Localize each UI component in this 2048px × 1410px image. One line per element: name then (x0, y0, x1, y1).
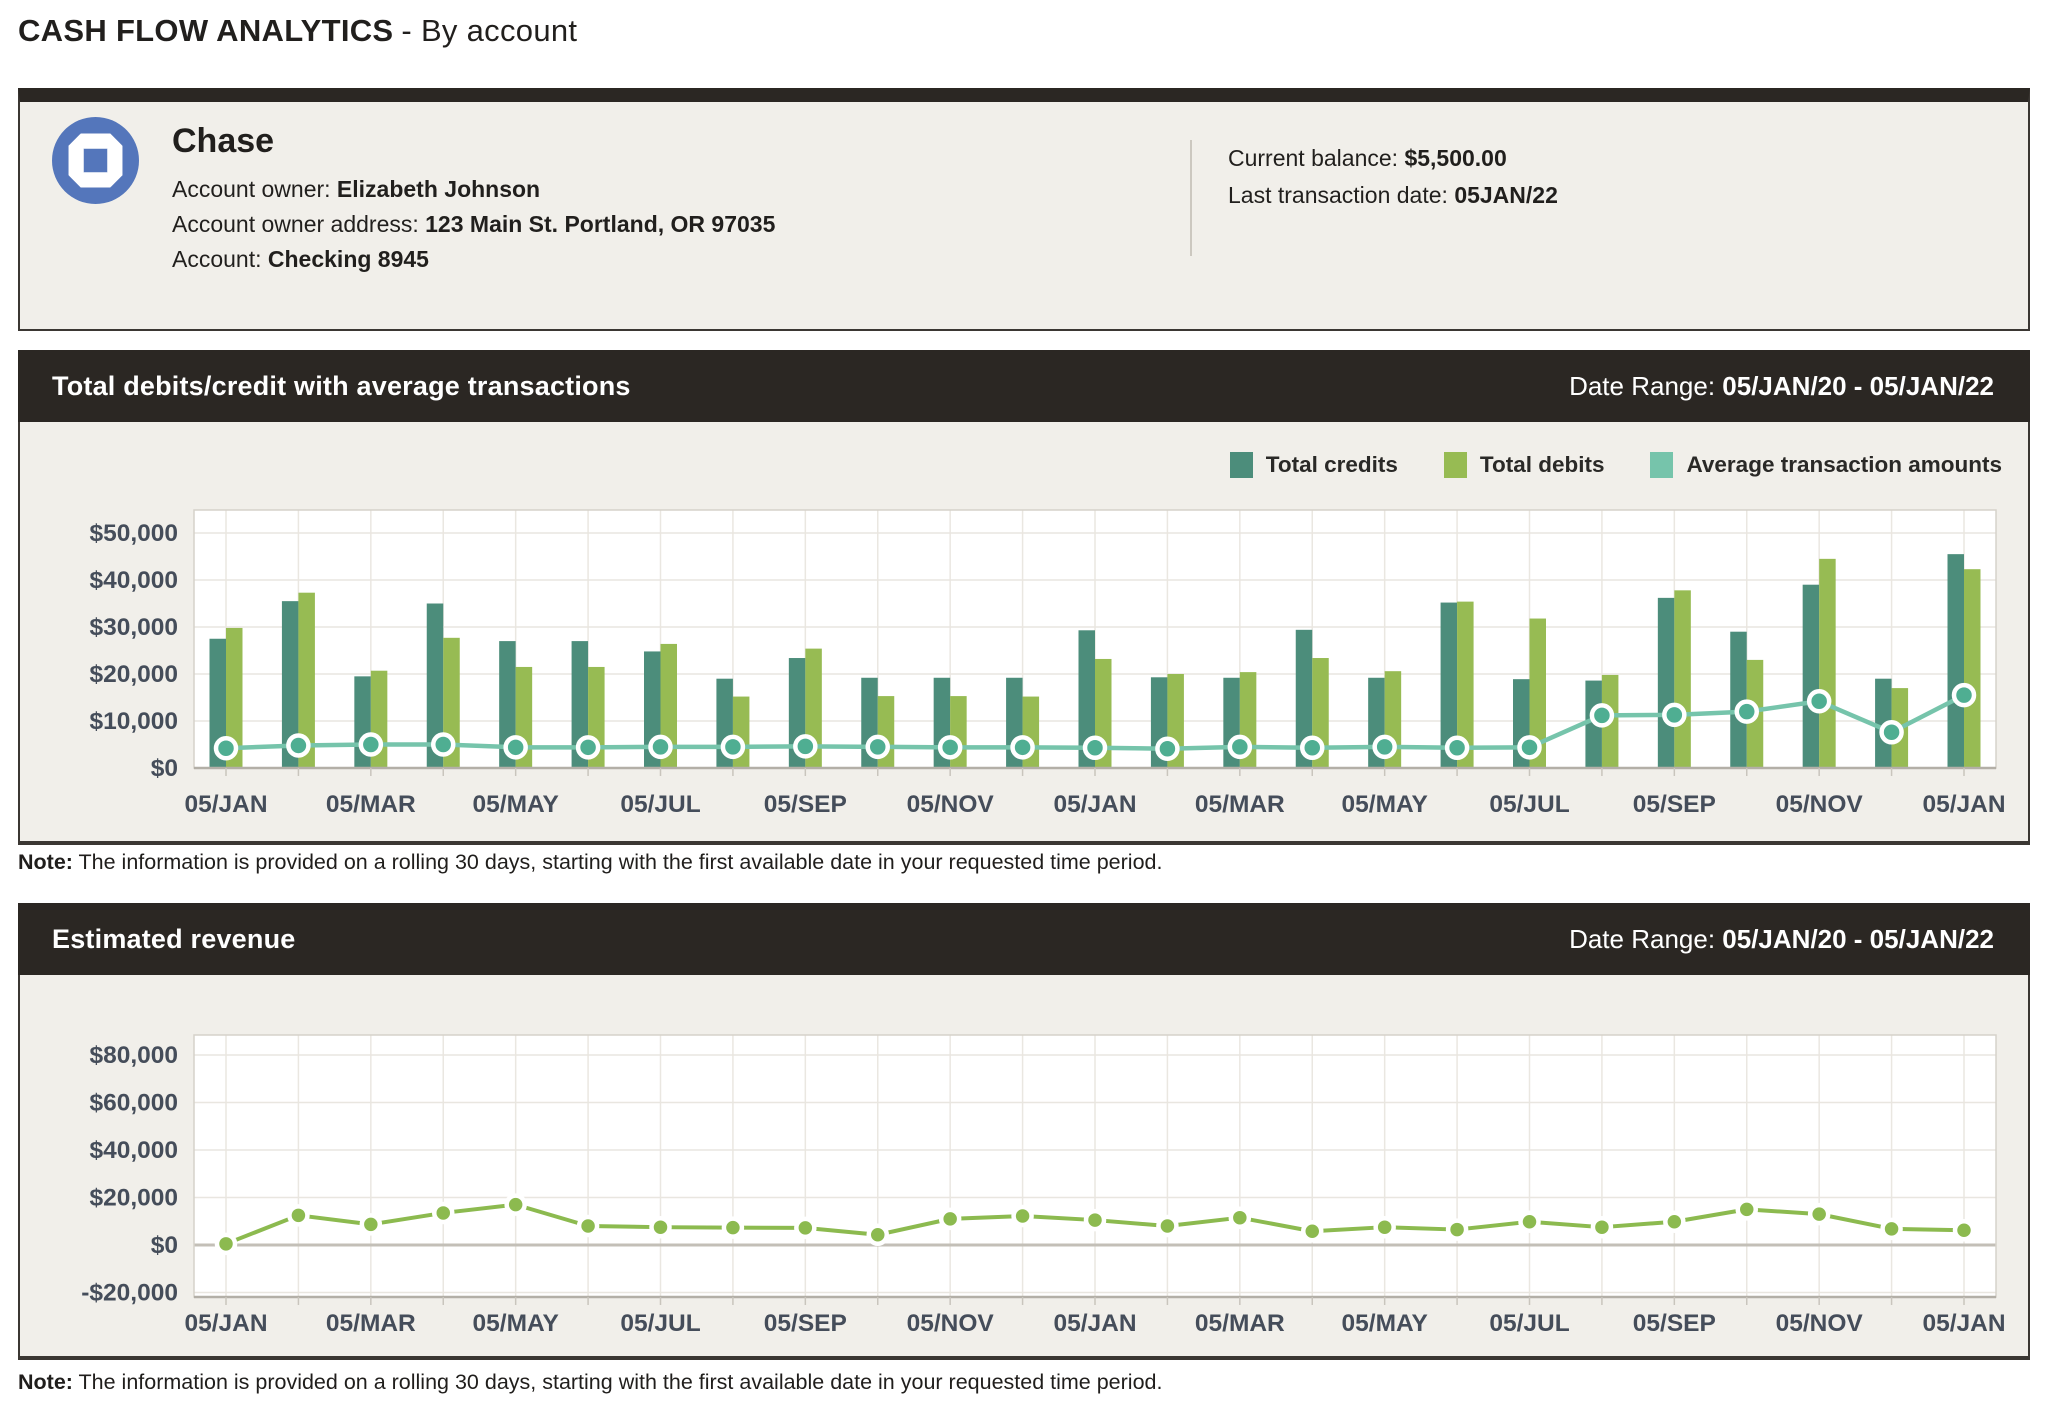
svg-text:05/MAY: 05/MAY (473, 791, 559, 818)
account-address-row: Account owner address: 123 Main St. Port… (172, 207, 775, 242)
current-balance-value: $5,500.00 (1404, 145, 1506, 171)
svg-text:05/NOV: 05/NOV (907, 1310, 995, 1337)
chart-legend: Total credits Total debits Average transac… (1230, 452, 2002, 478)
last-transaction-label: Last transaction date: (1228, 182, 1454, 208)
svg-text:05/SEP: 05/SEP (1633, 791, 1716, 818)
debits-credits-panel-body: Total credits Total debits Average transac… (18, 422, 2030, 845)
svg-text:05/JUL: 05/JUL (1489, 1310, 1569, 1337)
svg-text:05/JAN: 05/JAN (184, 791, 267, 818)
estimated-revenue-panel-title: Estimated revenue (52, 924, 296, 955)
note-text: The information is provided on a rolling… (73, 850, 1163, 874)
svg-text:05/MAY: 05/MAY (1342, 1310, 1428, 1337)
account-card: Chase Account owner: Elizabeth Johnson A… (18, 88, 2030, 331)
svg-text:05/JAN: 05/JAN (1053, 791, 1136, 818)
svg-text:$30,000: $30,000 (89, 614, 178, 641)
page-title: CASH FLOW ANALYTICS- By account (18, 13, 577, 49)
svg-text:05/JAN: 05/JAN (1053, 1310, 1136, 1337)
svg-text:$20,000: $20,000 (89, 1185, 178, 1212)
account-owner-row: Account owner: Elizabeth Johnson (172, 172, 775, 207)
balance-details: Current balance: $5,500.00 Last transact… (1228, 140, 1558, 214)
legend-item-total-debits: Total debits (1444, 452, 1605, 478)
date-range-label: Date Range: (1569, 371, 1722, 401)
rolling-note-1: Note: The information is provided on a r… (18, 850, 2008, 875)
svg-text:05/NOV: 05/NOV (1776, 1310, 1864, 1337)
svg-text:$50,000: $50,000 (89, 520, 178, 547)
date-range-value: 05/JAN/20 - 05/JAN/22 (1722, 371, 1994, 401)
svg-text:$0: $0 (151, 755, 178, 782)
svg-text:05/JUL: 05/JUL (620, 791, 700, 818)
svg-text:05/NOV: 05/NOV (907, 791, 995, 818)
svg-text:05/JUL: 05/JUL (620, 1310, 700, 1337)
svg-text:$20,000: $20,000 (89, 661, 178, 688)
legend-swatch-icon (1650, 452, 1673, 478)
legend-item-average-transaction-amounts: Average transaction amounts (1650, 452, 2002, 478)
account-details: Account owner: Elizabeth Johnson Account… (172, 172, 775, 277)
svg-text:05/NOV: 05/NOV (1776, 791, 1864, 818)
card-divider (1190, 140, 1192, 256)
account-address-value: 123 Main St. Portland, OR 97035 (425, 211, 775, 237)
note-text: The information is provided on a rolling… (73, 1370, 1163, 1394)
svg-text:$40,000: $40,000 (89, 567, 178, 594)
note-label: Note: (18, 850, 73, 874)
account-address-label: Account owner address: (172, 211, 425, 237)
page-title-sub: - By account (401, 13, 577, 48)
svg-text:05/SEP: 05/SEP (764, 1310, 847, 1337)
svg-text:-$20,000: -$20,000 (81, 1280, 178, 1307)
svg-text:05/JAN: 05/JAN (1922, 791, 2005, 818)
debits-credits-chart: $0 $10,000 $20,000 $30,000 $40,000 $50,000 05/… (22, 422, 2030, 839)
svg-text:05/MAY: 05/MAY (1342, 791, 1428, 818)
account-owner-value: Elizabeth Johnson (337, 176, 540, 202)
svg-text:05/JAN: 05/JAN (184, 1310, 267, 1337)
estimated-revenue-panel-body: -$20,000 $0 $20,000 $40,000 $60,000 $80,000 05… (18, 975, 2030, 1360)
svg-text:$80,000: $80,000 (89, 1042, 178, 1069)
svg-text:05/MAY: 05/MAY (473, 1310, 559, 1337)
note-label: Note: (18, 1370, 73, 1394)
debits-credits-panel-title: Total debits/credit with average transac… (52, 371, 631, 402)
estimated-revenue-date-range: Date Range: 05/JAN/20 - 05/JAN/22 (1569, 924, 1994, 955)
svg-text:$60,000: $60,000 (89, 1090, 178, 1117)
svg-text:05/MAR: 05/MAR (1195, 791, 1285, 818)
svg-text:05/SEP: 05/SEP (764, 791, 847, 818)
date-range-label: Date Range: (1569, 924, 1722, 954)
legend-item-total-credits: Total credits (1230, 452, 1398, 478)
svg-text:05/JAN: 05/JAN (1922, 1310, 2005, 1337)
debits-credits-panel: Total debits/credit with average transac… (18, 350, 2030, 845)
account-number-row: Account: Checking 8945 (172, 242, 775, 277)
current-balance-row: Current balance: $5,500.00 (1228, 140, 1558, 177)
svg-text:$0: $0 (151, 1232, 178, 1259)
last-transaction-value: 05JAN/22 (1454, 182, 1558, 208)
account-owner-label: Account owner: (172, 176, 337, 202)
bank-name: Chase (172, 122, 274, 161)
legend-label: Total debits (1480, 452, 1605, 478)
debits-credits-date-range: Date Range: 05/JAN/20 - 05/JAN/22 (1569, 371, 1994, 402)
legend-label: Average transaction amounts (1686, 452, 2002, 478)
chase-logo-icon (52, 117, 139, 204)
svg-text:05/MAR: 05/MAR (326, 791, 416, 818)
debits-credits-panel-header: Total debits/credit with average transac… (18, 350, 2030, 422)
page-title-main: CASH FLOW ANALYTICS (18, 13, 393, 48)
estimated-revenue-panel-header: Estimated revenue Date Range: 05/JAN/20 … (18, 903, 2030, 975)
estimated-revenue-chart: -$20,000 $0 $20,000 $40,000 $60,000 $80,000 05… (22, 975, 2030, 1354)
legend-swatch-icon (1444, 452, 1467, 478)
estimated-revenue-panel: Estimated revenue Date Range: 05/JAN/20 … (18, 903, 2030, 1360)
account-number-label: Account: (172, 246, 268, 272)
legend-label: Total credits (1266, 452, 1398, 478)
legend-swatch-icon (1230, 452, 1253, 478)
date-range-value: 05/JAN/20 - 05/JAN/22 (1722, 924, 1994, 954)
rolling-note-2: Note: The information is provided on a r… (18, 1370, 2008, 1395)
current-balance-label: Current balance: (1228, 145, 1404, 171)
svg-text:05/MAR: 05/MAR (1195, 1310, 1285, 1337)
svg-text:05/MAR: 05/MAR (326, 1310, 416, 1337)
svg-text:05/JUL: 05/JUL (1489, 791, 1569, 818)
last-transaction-row: Last transaction date: 05JAN/22 (1228, 177, 1558, 214)
svg-text:05/SEP: 05/SEP (1633, 1310, 1716, 1337)
svg-text:$10,000: $10,000 (89, 708, 178, 735)
svg-text:$40,000: $40,000 (89, 1137, 178, 1164)
account-number-value: Checking 8945 (268, 246, 429, 272)
